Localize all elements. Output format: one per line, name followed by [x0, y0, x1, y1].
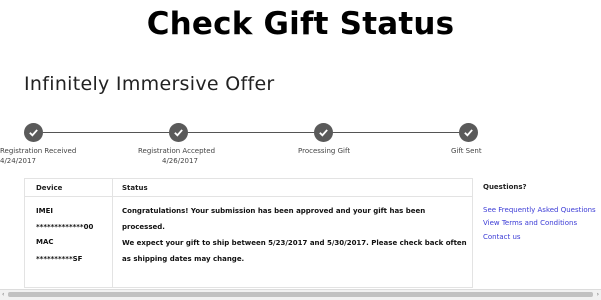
- progress-line: [43, 132, 461, 133]
- contact-us-link[interactable]: Contact us: [483, 233, 521, 241]
- step-1-label: Registration Received: [0, 147, 77, 155]
- scroll-left-icon[interactable]: ‹: [2, 291, 4, 298]
- status-line-1: Congratulations! Your submission has bee…: [122, 207, 426, 215]
- step-4-label: Gift Sent: [451, 147, 482, 155]
- header-divider: [25, 196, 472, 197]
- step-3-check-icon: [314, 123, 333, 142]
- gift-status-table: Device Status IMEI *************00 MAC *…: [24, 178, 473, 288]
- terms-link[interactable]: View Terms and Conditions: [483, 219, 577, 227]
- mac-label: MAC: [36, 238, 54, 246]
- scroll-right-icon[interactable]: ›: [597, 291, 599, 298]
- device-column-header: Device: [36, 184, 63, 192]
- step-1-date: 4/24/2017: [0, 157, 36, 165]
- step-3-label: Processing Gift: [298, 147, 351, 155]
- status-line-4: as shipping dates may change.: [122, 255, 245, 263]
- step-2-check-icon: [169, 123, 188, 142]
- step-2-label: Registration Accepted: [138, 147, 216, 155]
- progress-tracker: Registration Received 4/24/2017 Registra…: [0, 120, 601, 170]
- status-line-3: We expect your gift to ship between 5/23…: [122, 239, 467, 247]
- horizontal-scrollbar[interactable]: ‹ ›: [0, 289, 601, 300]
- imei-value: *************00: [36, 223, 94, 231]
- status-column-header: Status: [122, 184, 148, 192]
- step-1-check-icon: [24, 123, 43, 142]
- questions-heading: Questions?: [483, 183, 527, 191]
- status-line-2: processed.: [122, 223, 165, 231]
- offer-title: Infinitely Immersive Offer: [24, 73, 275, 95]
- page-title: Check Gift Status: [146, 6, 455, 42]
- step-2-date: 4/26/2017: [162, 157, 198, 165]
- step-4-check-icon: [459, 123, 478, 142]
- imei-label: IMEI: [36, 207, 53, 215]
- scrollbar-thumb[interactable]: [8, 292, 593, 297]
- mac-value: **********SF: [36, 255, 83, 263]
- faq-link[interactable]: See Frequently Asked Questions: [483, 206, 596, 214]
